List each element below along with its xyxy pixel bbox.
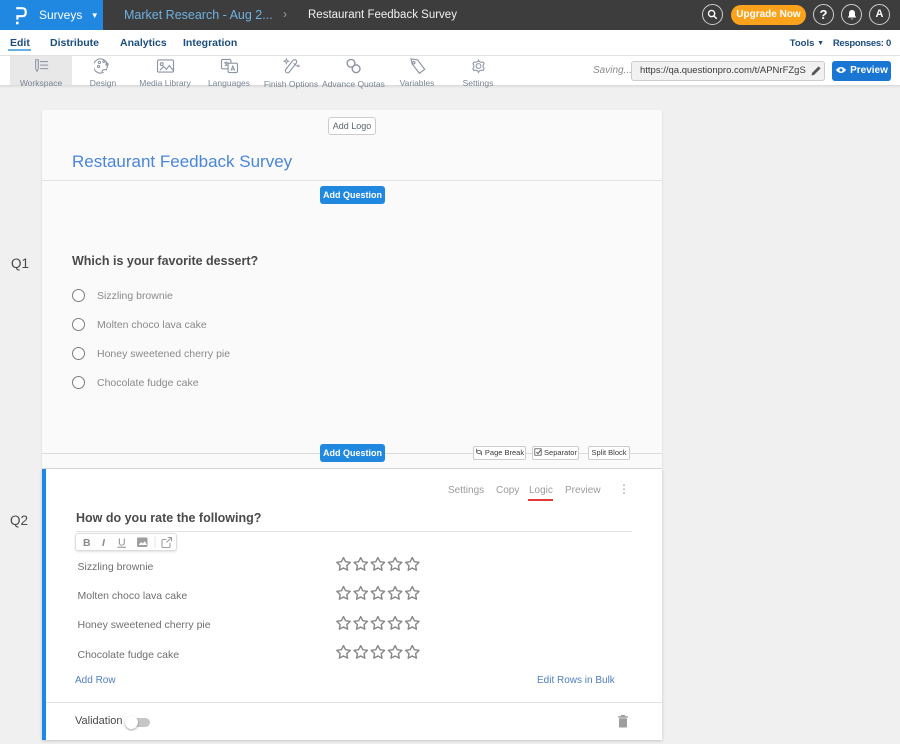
svg-text:I: I bbox=[102, 537, 106, 549]
svg-text:B: B bbox=[83, 537, 91, 549]
